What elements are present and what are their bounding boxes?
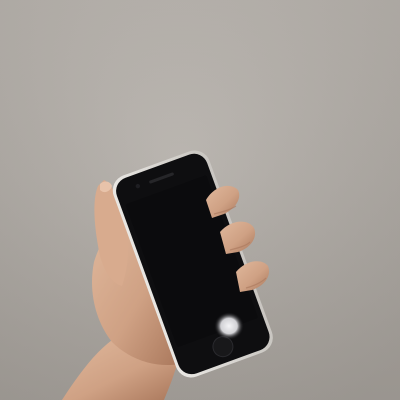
- photo-scene: [0, 0, 400, 400]
- photo-illustration: [0, 0, 400, 400]
- screen-glare: [214, 312, 244, 340]
